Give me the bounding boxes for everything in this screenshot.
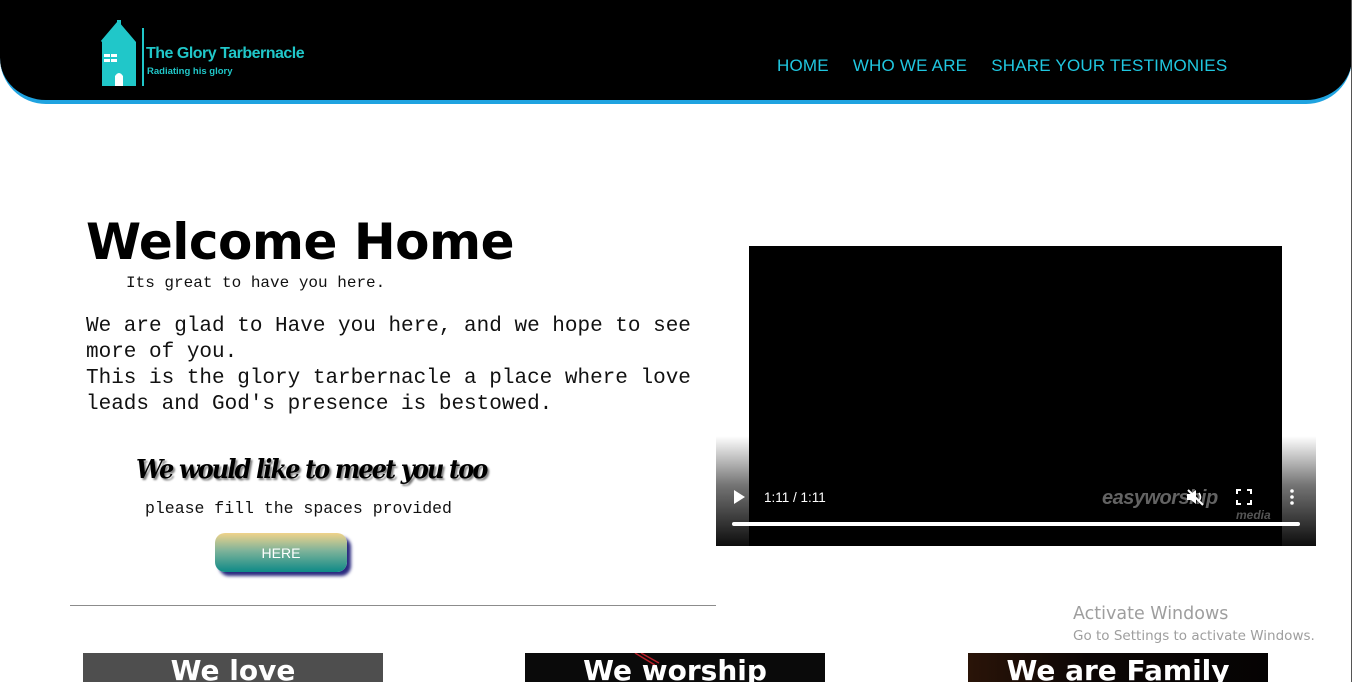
activate-windows-title: Activate Windows [1073,604,1229,624]
logo-title: The Glory Tarbernacle [146,45,305,62]
play-icon[interactable] [732,489,746,505]
muted-speaker-icon[interactable] [1185,488,1205,506]
main-nav: HOME WHO WE ARE SHARE YOUR TESTIMONIES [777,56,1227,76]
welcome-subtitle: Its great to have you here. [126,274,386,292]
logo-divider [142,28,144,86]
activate-windows-subtitle: Go to Settings to activate Windows. [1073,628,1315,644]
here-button[interactable]: HERE [215,533,347,572]
card-we-are-family[interactable]: We are Family [968,653,1268,682]
nav-home[interactable]: HOME [777,56,829,76]
card-we-love[interactable]: We love [83,653,383,682]
logo-tagline: Radiating his glory [147,66,233,77]
more-vertical-icon[interactable] [1286,488,1298,506]
welcome-paragraph-2: This is the glory tarbernacle a place wh… [86,367,691,416]
nav-share-testimonies[interactable]: SHARE YOUR TESTIMONIES [991,56,1227,76]
site-logo[interactable]: The Glory Tarbernacle Radiating his glor… [100,20,305,88]
welcome-paragraph-1: We are glad to Have you here, and we hop… [86,315,691,364]
section-divider [70,605,716,606]
site-header: The Glory Tarbernacle Radiating his glor… [0,0,1352,104]
page-title: Welcome Home [86,213,515,271]
video-progress-bar[interactable] [732,522,1300,526]
decorative-stroke [634,653,660,665]
welcome-paragraph: We are glad to Have you here, and we hop… [86,314,696,418]
video-watermark-sub: media [1236,508,1271,522]
video-player[interactable]: 1:11 / 1:11 easyworship media [716,246,1316,546]
meet-subtitle: please fill the spaces provided [145,499,452,518]
card-we-worship[interactable]: We worship [525,653,825,682]
card-label: We are Family [1006,654,1230,682]
fullscreen-icon[interactable] [1236,489,1252,505]
card-label: We love [170,654,296,682]
house-icon [100,20,136,86]
card-label: We worship [583,654,767,682]
nav-who-we-are[interactable]: WHO WE ARE [853,56,967,76]
meet-heading: We would like to meet you too [136,455,488,485]
video-time: 1:11 / 1:11 [764,490,826,505]
